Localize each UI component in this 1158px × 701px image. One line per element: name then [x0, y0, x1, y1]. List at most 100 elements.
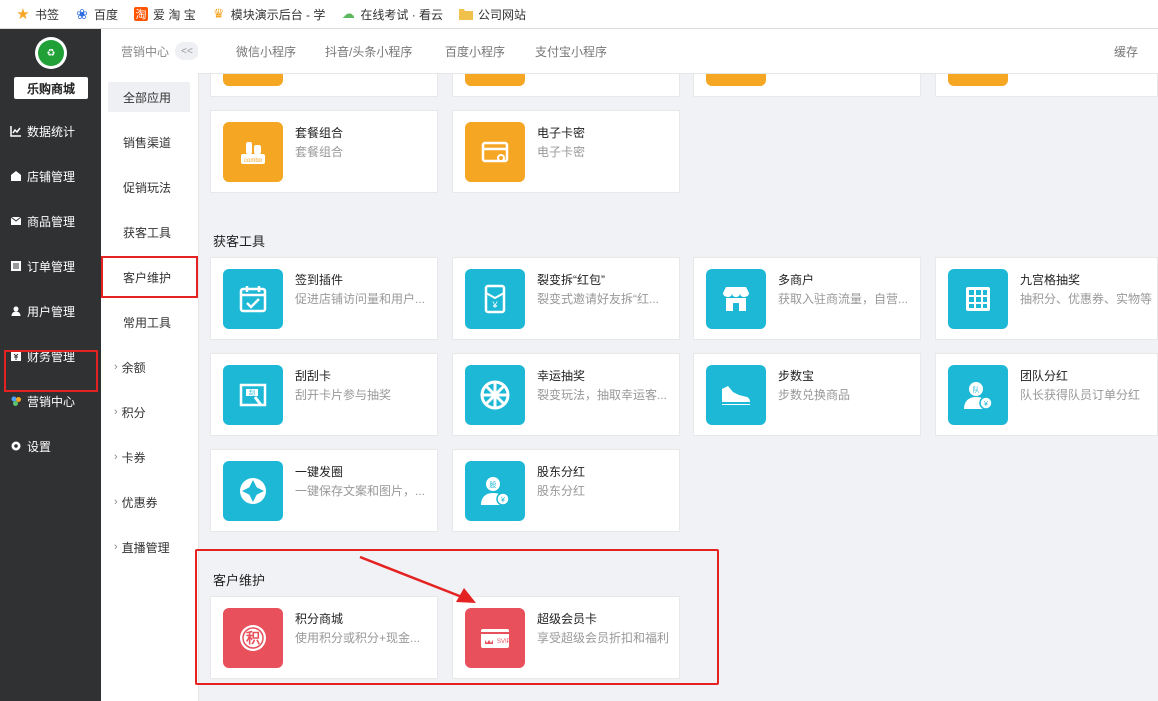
bookmark-company[interactable]: 公司网站 — [459, 6, 526, 23]
card-title: 签到插件 — [295, 273, 344, 287]
sidebar-item-marketing[interactable]: 营销中心 — [10, 391, 75, 411]
taobao-icon: 淘 — [134, 7, 149, 21]
card-key-icon — [465, 122, 525, 182]
card-desc: 股东分红 — [537, 484, 586, 498]
sidebar-item-statistics[interactable]: 数据统计 — [10, 121, 75, 141]
subnav-item-label: 促销玩法 — [123, 180, 172, 195]
sidebar-item-settings[interactable]: 设置 — [10, 436, 51, 456]
card-title: 步数宝 — [778, 369, 815, 383]
card-title: 股东分红 — [537, 465, 586, 479]
shareholder-icon: 股 ¥ — [465, 461, 525, 521]
app-card-partial[interactable] — [693, 74, 921, 97]
subnav-item-label: 积分 — [121, 405, 146, 420]
card-desc: 获取入驻商流量，自营... — [778, 292, 909, 306]
app-card-partial[interactable] — [210, 74, 438, 97]
tab-alipay-miniprogram[interactable]: 支付宝小程序 — [535, 29, 607, 73]
sneaker-icon — [706, 365, 766, 425]
app-card-steps[interactable]: 步数宝 步数兑换商品 — [693, 353, 921, 436]
app-card-grid-lottery[interactable]: 九宫格抽奖 抽积分、优惠券、实物等 — [935, 257, 1158, 340]
chevron-right-icon: › — [114, 361, 118, 373]
card-desc: 队长获得队员订单分红 — [1020, 388, 1141, 402]
tab-baidu-miniprogram[interactable]: 百度小程序 — [445, 29, 505, 73]
svg-text:combo: combo — [244, 158, 263, 164]
sidebar-item-orders[interactable]: 订单管理 — [10, 256, 75, 276]
sidebar-item-store[interactable]: 店铺管理 — [10, 166, 75, 186]
subnav-item-coupons[interactable]: › 优惠券 — [108, 487, 190, 517]
customer-care-highlight-box — [101, 256, 198, 298]
marketing-icon — [10, 395, 22, 407]
sidebar-item-goods[interactable]: 商品管理 — [10, 211, 75, 231]
shop-name: 乐购商城 — [14, 77, 88, 99]
card-desc: 刮开卡片参与抽奖 — [295, 388, 392, 402]
wheel-icon — [465, 365, 525, 425]
app-card-partial[interactable] — [935, 74, 1158, 97]
star-icon: ★ — [16, 6, 30, 23]
bookmark-shujian[interactable]: ★ 书签 — [16, 6, 59, 23]
sidebar-item-users[interactable]: 用户管理 — [10, 301, 75, 321]
app-card-red-envelope[interactable]: ¥ 裂变拆“红包” 裂变式邀请好友拆“红... — [452, 257, 680, 340]
subnav-title: 营销中心 — [121, 44, 170, 59]
collapse-button[interactable]: << — [175, 42, 199, 60]
card-title: 套餐组合 — [295, 126, 344, 140]
subnav-item-common-tools[interactable]: 常用工具 — [108, 307, 190, 337]
svg-text:¥: ¥ — [501, 497, 505, 504]
bookmark-exam[interactable]: ☁ 在线考试 · 看云 — [341, 6, 443, 23]
subnav-item-live[interactable]: › 直播管理 — [108, 532, 190, 562]
cache-button[interactable]: 缓存 — [1114, 29, 1138, 73]
subnav-item-label: 直播管理 — [121, 540, 170, 555]
marketing-highlight-box — [4, 350, 98, 392]
app-card-partial[interactable] — [452, 74, 680, 97]
bookmark-baidu[interactable]: ❀ 百度 — [75, 6, 118, 23]
platform-tabs-bar: 微信小程序 抖音/头条小程序 百度小程序 支付宝小程序 缓存 — [198, 29, 1158, 74]
subnav-item-label: 获客工具 — [123, 225, 172, 240]
shop-logo-icon: ♻ — [35, 37, 67, 69]
sidebar-item-label: 订单管理 — [27, 259, 76, 274]
app-card-lucky-draw[interactable]: 幸运抽奖 裂变玩法，抽取幸运客... — [452, 353, 680, 436]
mail-icon — [10, 215, 22, 227]
card-title: 九宫格抽奖 — [1020, 273, 1081, 287]
subnav-item-acquisition[interactable]: 获客工具 — [108, 217, 190, 247]
sidebar-item-label: 用户管理 — [27, 304, 76, 319]
customer-care-section-highlight — [195, 549, 719, 685]
bookmark-taobao[interactable]: 淘 爱 淘 宝 — [134, 6, 196, 23]
marketing-subnav: 营销中心 << 全部应用 销售渠道 促销玩法 获客工具 客户维护 常用工具 › 余… — [101, 29, 199, 701]
bookmark-label: 公司网站 — [478, 7, 527, 22]
bookmark-label: 在线考试 · 看云 — [360, 7, 444, 22]
bookmarks-bar: ★ 书签 ❀ 百度 淘 爱 淘 宝 ♛ 模块演示后台 - 学 ☁ 在线考试 · … — [0, 0, 1158, 29]
app-card-combo[interactable]: combo 套餐组合 套餐组合 — [210, 110, 438, 193]
subnav-item-all-apps[interactable]: 全部应用 — [108, 82, 190, 112]
card-desc: 电子卡密 — [537, 145, 586, 159]
card-desc: 促进店铺访问量和用户... — [295, 292, 426, 306]
section-title-acquisition: 获客工具 — [213, 234, 266, 249]
scratch-card-icon: 刮 — [223, 365, 283, 425]
bookmark-demo-admin[interactable]: ♛ 模块演示后台 - 学 — [212, 6, 326, 23]
tab-douyin-miniprogram[interactable]: 抖音/头条小程序 — [325, 29, 412, 73]
bookmark-label: 模块演示后台 - 学 — [230, 7, 326, 22]
tab-wechat-miniprogram[interactable]: 微信小程序 — [236, 29, 296, 73]
app-card-one-click-share[interactable]: 一键发圈 一键保存文案和图片，... — [210, 449, 438, 532]
card-title: 刮刮卡 — [295, 369, 332, 383]
sidebar-item-label: 商品管理 — [27, 214, 76, 229]
red-envelope-icon: ¥ — [465, 269, 525, 329]
app-card-shareholder[interactable]: 股 ¥ 股东分红 股东分红 — [452, 449, 680, 532]
baidu-paw-icon: ❀ — [76, 5, 88, 22]
sidebar-item-label: 店铺管理 — [27, 169, 76, 184]
app-card-signin[interactable]: 签到插件 促进店铺访问量和用户... — [210, 257, 438, 340]
card-desc: 裂变玩法，抽取幸运客... — [537, 388, 668, 402]
app-card-scratch[interactable]: 刮 刮刮卡 刮开卡片参与抽奖 — [210, 353, 438, 436]
sidebar-item-label: 设置 — [27, 439, 52, 454]
app-card-team-bonus[interactable]: 队 ¥ 团队分红 队长获得队员订单分红 — [935, 353, 1158, 436]
subnav-item-sales-channel[interactable]: 销售渠道 — [108, 127, 190, 157]
bookmark-label: 百度 — [94, 7, 119, 22]
app-card-ecard[interactable]: 电子卡密 电子卡密 — [452, 110, 680, 193]
subnav-item-cards[interactable]: › 卡券 — [108, 442, 190, 472]
card-desc: 一键保存文案和图片，... — [295, 484, 426, 498]
app-card-multi-merchant[interactable]: 多商户 获取入驻商流量，自营... — [693, 257, 921, 340]
subnav-item-balance[interactable]: › 余额 — [108, 352, 190, 382]
list-icon — [10, 260, 22, 272]
svg-text:队: 队 — [973, 385, 980, 394]
subnav-item-label: 卡券 — [121, 450, 146, 465]
aperture-icon — [223, 461, 283, 521]
subnav-item-points[interactable]: › 积分 — [108, 397, 190, 427]
subnav-item-promotion[interactable]: 促销玩法 — [108, 172, 190, 202]
